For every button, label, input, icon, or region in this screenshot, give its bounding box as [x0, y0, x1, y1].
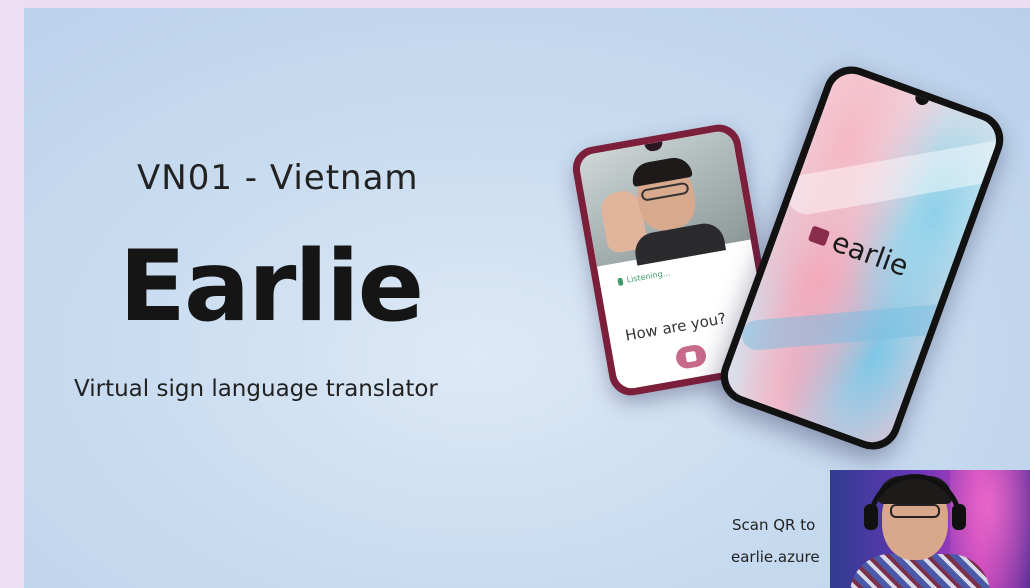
team-subtitle: VN01 - Vietnam: [137, 158, 419, 198]
presenter-webcam: [830, 470, 1030, 588]
app-url-text: earlie.azure: [731, 548, 820, 566]
listening-label: Listening...: [625, 268, 671, 285]
scan-qr-text: Scan QR to: [732, 516, 816, 534]
stop-icon: [685, 350, 697, 363]
app-logo: earlie: [805, 217, 913, 283]
camera-preview: [577, 129, 751, 267]
listening-status: Listening...: [617, 268, 671, 286]
window-left-border: [0, 0, 24, 588]
headset-earcup: [864, 504, 878, 530]
logo-text: earlie: [827, 225, 913, 284]
translated-phrase: How are you?: [623, 309, 728, 345]
marble-swirl: [783, 136, 1003, 218]
product-title: Earlie: [119, 230, 424, 344]
headset-earcup: [952, 504, 966, 530]
phone-screen-splash: earlie: [721, 67, 1003, 449]
microphone-icon: [617, 276, 624, 286]
phone-notch: [913, 95, 929, 107]
stop-button[interactable]: [674, 343, 708, 371]
presenter-glasses: [890, 504, 940, 518]
product-tagline: Virtual sign language translator: [74, 376, 438, 402]
logo-mark-icon: [807, 224, 831, 247]
window-top-border: [0, 0, 1030, 8]
marble-swirl: [740, 300, 983, 352]
